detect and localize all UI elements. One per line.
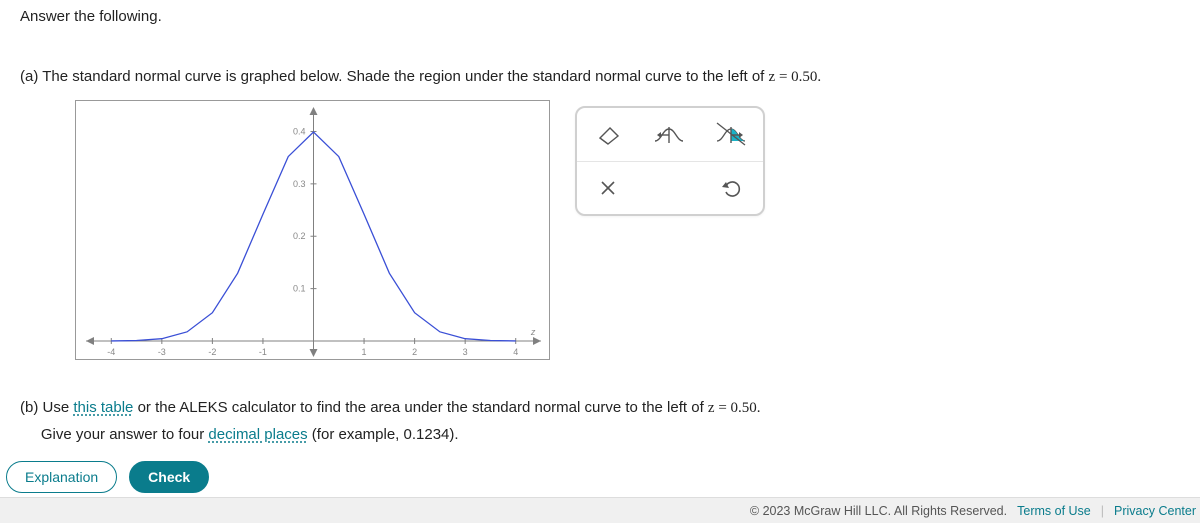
svg-text:2: 2 [412,347,417,357]
part-b-line2-pre: Give your answer to four [41,426,209,443]
copyright-text: © 2023 McGraw Hill LLC. All Rights Reser… [750,504,1007,518]
shade-tool-panel [575,106,765,216]
svg-text:-4: -4 [107,347,115,357]
svg-text:1: 1 [362,347,367,357]
undo-icon [721,178,743,198]
svg-text:-2: -2 [208,347,216,357]
normal-curve-graph[interactable]: -4 -3 -2 -1 1 2 3 4 0.1 0.2 0.3 0.4 z [75,100,550,360]
part-b-mid: or the ALEKS calculator to find the area… [133,399,708,416]
shade-left-icon [653,123,687,145]
header-prompt: Answer the following. [20,8,162,25]
tool-row-2 [577,161,763,215]
part-a-label: (a) [20,68,38,85]
terms-link[interactable]: Terms of Use [1017,504,1091,518]
action-bar: Explanation Check [0,459,1200,495]
svg-text:3: 3 [463,347,468,357]
part-a-text: (a) The standard normal curve is graphed… [20,68,821,86]
shade-right-tool[interactable] [712,114,752,154]
shade-left-tool[interactable] [650,114,690,154]
privacy-link[interactable]: Privacy Center [1114,504,1196,518]
tool-row-1 [577,108,763,161]
normal-curve-svg: -4 -3 -2 -1 1 2 3 4 0.1 0.2 0.3 0.4 z [76,101,551,361]
footer: © 2023 McGraw Hill LLC. All Rights Reser… [0,497,1200,523]
part-a-body: The standard normal curve is graphed bel… [42,68,768,85]
undo-tool[interactable] [712,168,752,208]
part-b-line2-post: (for example, 0.1234). [308,426,459,443]
part-b-z: z = 0.50. [708,400,761,416]
svg-text:0.2: 0.2 [293,231,306,241]
check-button[interactable]: Check [129,461,209,493]
eraser-tool[interactable] [588,114,628,154]
svg-text:-1: -1 [259,347,267,357]
eraser-icon [594,123,622,145]
svg-text:4: 4 [513,347,518,357]
svg-text:0.4: 0.4 [293,126,306,136]
close-icon [599,179,617,197]
part-a-z: z = 0.50. [769,69,822,85]
shade-right-icon [715,121,749,147]
decimal-places-link[interactable]: decimal places [208,426,307,443]
this-table-link[interactable]: this table [73,399,133,416]
footer-sep: | [1101,504,1104,518]
part-b-label: (b) [20,399,38,416]
svg-text:-3: -3 [158,347,166,357]
part-b-text: (b) Use this table or the ALEKS calculat… [20,395,761,447]
svg-text:0.1: 0.1 [293,284,306,294]
svg-text:0.3: 0.3 [293,179,306,189]
part-b-pre: Use [43,399,74,416]
explanation-button[interactable]: Explanation [6,461,117,493]
clear-tool[interactable] [588,168,628,208]
svg-text:z: z [530,327,536,337]
